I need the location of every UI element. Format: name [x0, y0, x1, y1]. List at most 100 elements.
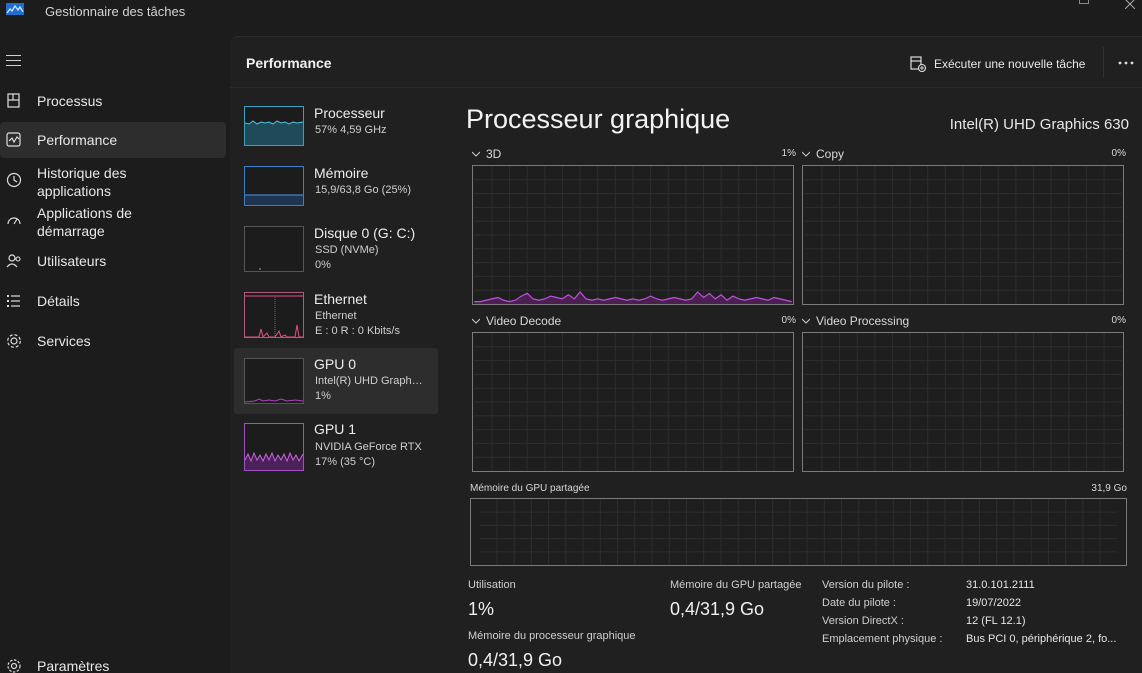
chevron-down-icon: [802, 151, 810, 157]
nav-item-processus[interactable]: Processus: [0, 83, 226, 119]
nav-item-utilisateurs[interactable]: Utilisateurs: [0, 243, 226, 279]
nav-item-details[interactable]: Détails: [0, 283, 226, 319]
performance-page: Performance Exécuter une nouvelle tâche …: [230, 36, 1142, 673]
title-bar: Gestionnaire des tâches: [0, 0, 1142, 36]
new-task-icon: [910, 56, 926, 72]
chevron-down-icon: [472, 318, 480, 324]
shared-memory-value: 0,4/31,9 Go: [670, 599, 765, 619]
chevron-down-icon: [472, 151, 480, 157]
device-item-processeur[interactable]: Processeur 57% 4,59 GHz: [234, 97, 438, 163]
ethernet-thumbnail-graph: [244, 292, 304, 338]
device-item-disque[interactable]: Disque 0 (G: C:) SSD (NVMe) 0%: [234, 217, 438, 283]
graph-video-decode: [472, 332, 794, 472]
graph-3d-label: 3D: [486, 147, 502, 161]
nav-item-demarrage[interactable]: Applications de démarrage: [0, 202, 226, 242]
nav-item-services[interactable]: Services: [0, 323, 226, 359]
graph-copy: [802, 165, 1124, 305]
chevron-down-icon: [802, 318, 810, 324]
physical-location-label: Emplacement physique :: [822, 633, 943, 645]
shared-memory-graph-max: 31,9 Go: [1091, 483, 1127, 494]
device-name: GPU 0: [314, 356, 357, 372]
graph-3d-percent: 1%: [781, 148, 796, 159]
nav-item-label: Paramètres: [37, 658, 110, 673]
run-new-task-button[interactable]: Exécuter une nouvelle tâche: [910, 53, 1085, 75]
device-name: Mémoire: [314, 165, 369, 181]
graph-video-decode-label: Video Decode: [486, 314, 562, 328]
device-detail: Intel(R) UHD Graphics 630: [315, 375, 425, 387]
utilisation-value: 1%: [468, 599, 495, 619]
gpu-process-memory-label: Mémoire du processeur graphique: [468, 630, 636, 642]
nav-item-label: Utilisateurs: [37, 253, 107, 269]
nav-item-label: Processus: [37, 93, 103, 109]
performance-icon: [6, 132, 21, 147]
gpu-title: Processeur graphique: [466, 104, 731, 134]
history-icon: [6, 172, 22, 188]
nav-item-historique[interactable]: Historique des applications: [0, 162, 226, 202]
close-button[interactable]: [1124, 0, 1136, 10]
graph-video-decode-selector[interactable]: Video Decode: [472, 314, 561, 328]
gpu0-thumbnail-graph: [244, 358, 304, 404]
users-icon: [6, 254, 21, 268]
close-icon: [1124, 0, 1136, 10]
shared-memory-label: Mémoire du GPU partagée: [670, 579, 802, 591]
device-name: Disque 0 (G: C:): [314, 225, 416, 241]
physical-location-value: Bus PCI 0, périphérique 2, fo...: [966, 633, 1117, 645]
gpu1-thumbnail-graph: [244, 423, 304, 471]
nav-item-label: Performance: [37, 132, 118, 148]
directx-version-value: 12 (FL 12.1): [966, 615, 1026, 627]
disk-thumbnail-graph: [244, 226, 304, 272]
device-detail: SSD (NVMe): [315, 244, 379, 256]
device-temperature: 17% (35 °C): [315, 456, 376, 468]
graph-3d: [472, 165, 794, 305]
run-new-task-label: Exécuter une nouvelle tâche: [934, 57, 1086, 71]
page-title: Performance: [246, 55, 332, 71]
device-detail: 57% 4,59 GHz: [315, 124, 387, 136]
cpu-thumbnail-graph: [244, 106, 304, 146]
driver-version-label: Version du pilote :: [822, 579, 910, 591]
window-title: Gestionnaire des tâches: [45, 4, 186, 19]
device-item-gpu1[interactable]: GPU 1 NVIDIA GeForce RTX 17% (35 °C): [234, 414, 438, 480]
details-icon: [7, 295, 20, 307]
graph-3d-selector[interactable]: 3D: [472, 147, 501, 161]
nav-item-label: Services: [37, 333, 91, 349]
driver-date-value: 19/07/2022: [966, 597, 1022, 609]
nav-item-performance[interactable]: Performance: [0, 122, 226, 158]
maximize-button[interactable]: [1079, 0, 1089, 4]
hamburger-menu-button[interactable]: [6, 55, 21, 66]
task-manager-app-icon: [6, 3, 24, 15]
shared-memory-graph-label: Mémoire du GPU partagée: [470, 483, 590, 494]
gpu-process-memory-value: 0,4/31,9 Go: [468, 650, 563, 670]
device-item-memoire[interactable]: Mémoire 15,9/63,8 Go (25%): [234, 157, 438, 223]
graph-video-processing-selector[interactable]: Video Processing: [802, 314, 909, 328]
graph-video-processing-label: Video Processing: [816, 314, 910, 328]
device-detail: 15,9/63,8 Go (25%): [315, 184, 412, 196]
driver-date-label: Date du pilote :: [822, 597, 896, 609]
device-name: GPU 1: [314, 421, 357, 437]
more-options-icon[interactable]: [1116, 53, 1136, 73]
device-item-ethernet[interactable]: Ethernet Ethernet E : 0 R : 0 Kbits/s: [234, 283, 438, 349]
driver-version-value: 31.0.101.2111: [966, 579, 1035, 591]
task-manager-window: Gestionnaire des tâches Processus Perfor…: [0, 0, 1142, 673]
device-detail: NVIDIA GeForce RTX: [315, 441, 422, 453]
navigation-pane: Processus Performance Historique des app…: [0, 36, 230, 673]
services-icon: [7, 334, 21, 348]
directx-version-label: Version DirectX :: [822, 615, 904, 627]
device-detail: Ethernet: [315, 310, 357, 322]
graph-video-processing: [802, 332, 1124, 472]
startup-icon: [7, 217, 21, 225]
processes-icon: [7, 93, 20, 108]
memory-thumbnail-graph: [244, 166, 304, 206]
header-separator: [1103, 47, 1104, 77]
settings-gear-icon: [7, 659, 21, 673]
graph-video-decode-percent: 0%: [781, 315, 796, 326]
graph-copy-selector[interactable]: Copy: [802, 147, 844, 161]
graph-copy-percent: 0%: [1111, 148, 1126, 159]
nav-item-parametres[interactable]: Paramètres: [0, 648, 226, 673]
header-divider: [230, 87, 1142, 88]
graph-video-processing-percent: 0%: [1111, 315, 1126, 326]
device-name: Ethernet: [314, 291, 367, 307]
device-item-gpu0[interactable]: GPU 0 Intel(R) UHD Graphics 630 1%: [234, 348, 438, 414]
utilisation-label: Utilisation: [468, 579, 516, 591]
nav-item-label: Détails: [37, 293, 80, 309]
device-usage: 1%: [315, 390, 331, 402]
